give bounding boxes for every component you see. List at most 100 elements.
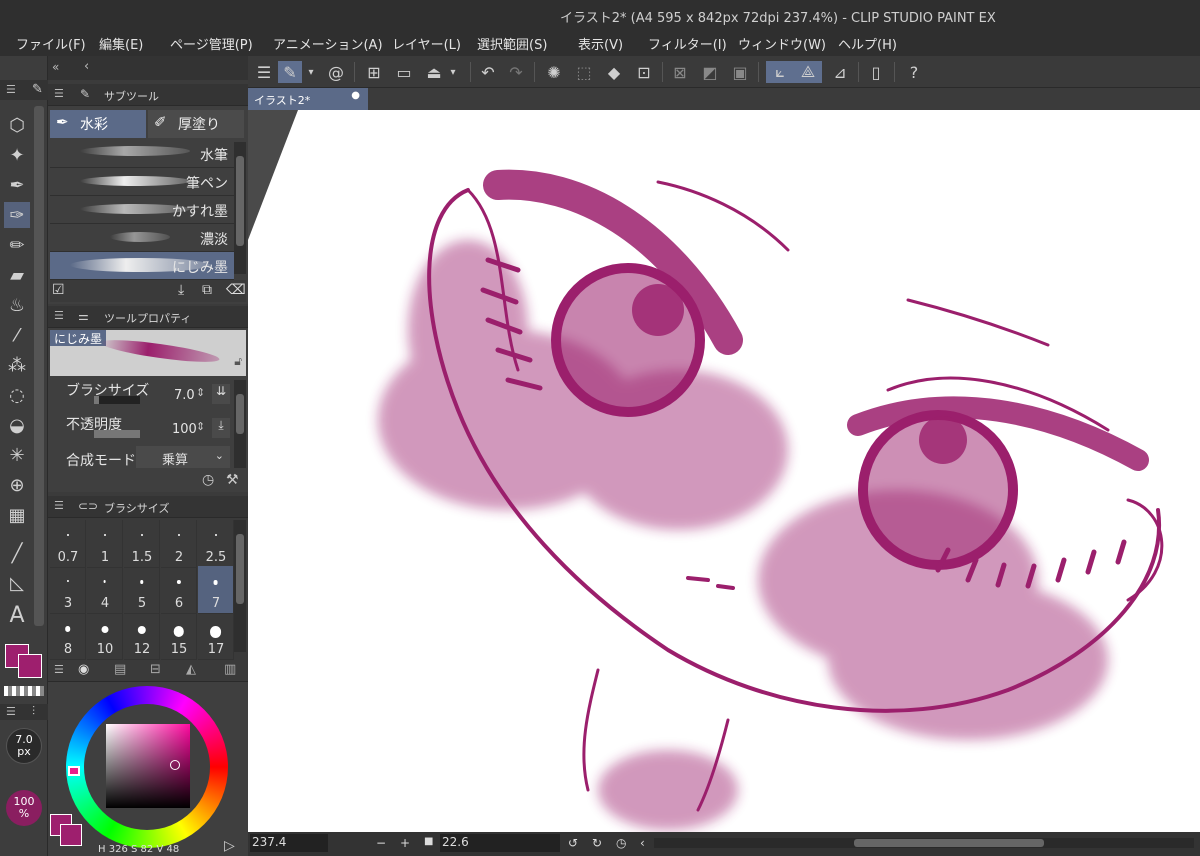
chevron-down-icon[interactable]: ▾ — [304, 61, 318, 83]
menu-view[interactable]: 表示(V) — [578, 34, 623, 53]
lasso-icon[interactable]: ◌ — [4, 382, 30, 408]
text-icon[interactable]: A — [4, 602, 30, 628]
brush-size-preset[interactable]: 8 — [50, 612, 86, 660]
ruler-snap-icon[interactable]: ⊠ — [668, 61, 692, 83]
transparent-swatch[interactable] — [4, 686, 44, 696]
blend-icon[interactable]: ♨ — [4, 292, 30, 318]
wrench-icon[interactable]: ⚒ — [226, 472, 239, 488]
menu-file[interactable]: ファイル(F) — [16, 34, 86, 53]
history-color-tab-icon[interactable]: ▥ — [224, 662, 236, 677]
brush-size-preset[interactable]: 2.5 — [198, 520, 234, 568]
fill-selection-icon[interactable]: ◆ — [602, 61, 626, 83]
hue-handle[interactable] — [68, 766, 80, 776]
zoom-in-icon[interactable]: + — [400, 836, 410, 850]
brush-size-preset[interactable]: 7 — [198, 566, 234, 614]
brush-item-brush-pen[interactable]: 筆ペン — [50, 168, 234, 196]
rotation-field[interactable]: 22.6 — [440, 834, 560, 852]
new-file-icon[interactable]: ⊞ — [362, 61, 386, 83]
menu-filter[interactable]: フィルター(I) — [648, 34, 727, 53]
brush-size-preset[interactable]: 12 — [124, 612, 160, 660]
drawing-mode-icon[interactable]: ✎ — [278, 61, 302, 83]
brush-size-slider[interactable] — [94, 396, 140, 404]
opacity-setting-icon[interactable]: ⤓ — [212, 418, 230, 438]
color-picker-handle[interactable] — [170, 760, 180, 770]
brush-item-shading[interactable]: 濃淡 — [50, 224, 234, 252]
transform-icon[interactable]: ⊡ — [632, 61, 656, 83]
loading-icon[interactable]: ✺ — [542, 61, 566, 83]
indicator-menu-icon[interactable]: ☰ — [6, 705, 16, 718]
line-icon[interactable]: ╱ — [4, 540, 30, 566]
tab-watercolor[interactable]: ✒ 水彩 — [50, 110, 146, 138]
opacity-indicator[interactable]: 100% — [6, 790, 42, 826]
zoom-field[interactable]: 237.4 — [250, 834, 328, 852]
zoom-out-icon[interactable]: − — [376, 836, 386, 850]
redo-icon[interactable]: ↷ — [504, 61, 528, 83]
color-panel-sub-swatch[interactable] — [60, 824, 82, 846]
brush-size-preset[interactable]: 15 — [161, 612, 197, 660]
size-grid-scrollbar[interactable] — [234, 520, 246, 652]
menu-animation[interactable]: アニメーション(A) — [273, 34, 383, 53]
snap-icon[interactable]: ◩ — [698, 61, 722, 83]
fill-icon[interactable]: ◒ — [4, 412, 30, 438]
trash-icon[interactable]: ⌫ — [226, 282, 246, 298]
brush-size-preset[interactable]: 6 — [161, 566, 197, 614]
brush-item-water-brush[interactable]: 水筆 — [50, 140, 234, 168]
pencil-icon[interactable]: ✏ — [4, 232, 30, 258]
menu-selection[interactable]: 選択範囲(S) — [477, 34, 547, 53]
gradient-icon[interactable]: ▦ — [4, 502, 30, 528]
brush-size-preset[interactable]: 5 — [124, 566, 160, 614]
stepper-icon[interactable]: ⇕ — [196, 386, 205, 399]
rotate-right-icon[interactable]: ↻ — [592, 836, 602, 850]
menu-icon[interactable]: ☰ — [252, 61, 276, 83]
selection-clear-icon[interactable]: ⬚ — [572, 61, 596, 83]
effect-icon[interactable]: ✦ — [4, 142, 30, 168]
brush-size-preset[interactable]: 1.5 — [124, 520, 160, 568]
document-tab[interactable]: イラスト2* ● — [248, 88, 368, 110]
eraser-icon[interactable]: ▰ — [4, 262, 30, 288]
brush-size-setting-icon[interactable]: ⇊ — [212, 384, 230, 404]
blend-mode-select[interactable]: 乗算 ⌄ — [136, 446, 230, 468]
magic-wand-icon[interactable]: ✳ — [4, 442, 30, 468]
panel-menu-icon[interactable]: ☰ — [54, 663, 64, 676]
settings-slider-icon[interactable]: ⫶ — [32, 704, 35, 719]
tool-scrollbar[interactable] — [34, 106, 44, 626]
play-icon[interactable]: ▷ — [224, 838, 235, 854]
panel-menu-icon[interactable]: ☰ — [54, 87, 64, 100]
snap-grid-icon[interactable]: ⊿ — [828, 61, 852, 83]
checkbox-icon[interactable]: ☑ — [52, 282, 65, 298]
snap-special-ruler-icon[interactable]: ⟁ — [794, 61, 822, 83]
snap-ruler-icon[interactable]: ⟀ — [766, 61, 794, 83]
property-scrollbar[interactable] — [234, 380, 246, 468]
brush-size-preset[interactable]: 2 — [161, 520, 197, 568]
color-set-tab-icon[interactable]: ▤ — [114, 662, 126, 677]
tab-close-icon[interactable]: ● — [351, 90, 360, 101]
menu-window[interactable]: ウィンドウ(W) — [738, 34, 826, 53]
collapse-panel-icon[interactable]: « — [52, 60, 59, 74]
opacity-value[interactable]: 100 — [172, 422, 197, 437]
frame-icon[interactable]: ▣ — [728, 61, 752, 83]
object-icon[interactable]: ⬡ — [4, 112, 30, 138]
open-folder-icon[interactable]: ▭ — [392, 61, 416, 83]
canvas-area[interactable] — [248, 110, 1200, 832]
download-icon[interactable]: ⤓ — [178, 282, 184, 298]
panel-menu-icon[interactable]: ☰ — [54, 309, 64, 322]
fit-icon[interactable]: ■ — [424, 836, 433, 847]
opacity-slider[interactable] — [94, 430, 140, 438]
brush-size-preset[interactable]: 17 — [198, 612, 234, 660]
intermediate-color-tab-icon[interactable]: ◭ — [186, 662, 196, 677]
reset-rotation-icon[interactable]: ◷ — [616, 836, 626, 850]
smartphone-icon[interactable]: ▯ — [864, 61, 888, 83]
airbrush-icon[interactable]: ⁂ — [4, 352, 30, 378]
lock-icon[interactable]: 🔓︎ — [234, 354, 242, 369]
tab-thick-paint[interactable]: ✐ 厚塗り — [148, 110, 244, 138]
help-icon[interactable]: ? — [902, 61, 926, 83]
clock-icon[interactable]: ◷ — [202, 472, 214, 488]
scroll-left-icon[interactable]: ‹ — [640, 836, 645, 850]
chevron-left-icon[interactable]: ‹ — [84, 59, 89, 74]
menu-layer[interactable]: レイヤー(L) — [392, 34, 461, 53]
brush-size-preset[interactable]: 4 — [87, 566, 123, 614]
pen-icon[interactable]: ✒ — [4, 172, 30, 198]
brush-size-value[interactable]: 7.0 — [174, 388, 195, 403]
strip-menu-icon[interactable]: ☰ — [6, 83, 16, 96]
brush-size-preset[interactable]: 1 — [87, 520, 123, 568]
